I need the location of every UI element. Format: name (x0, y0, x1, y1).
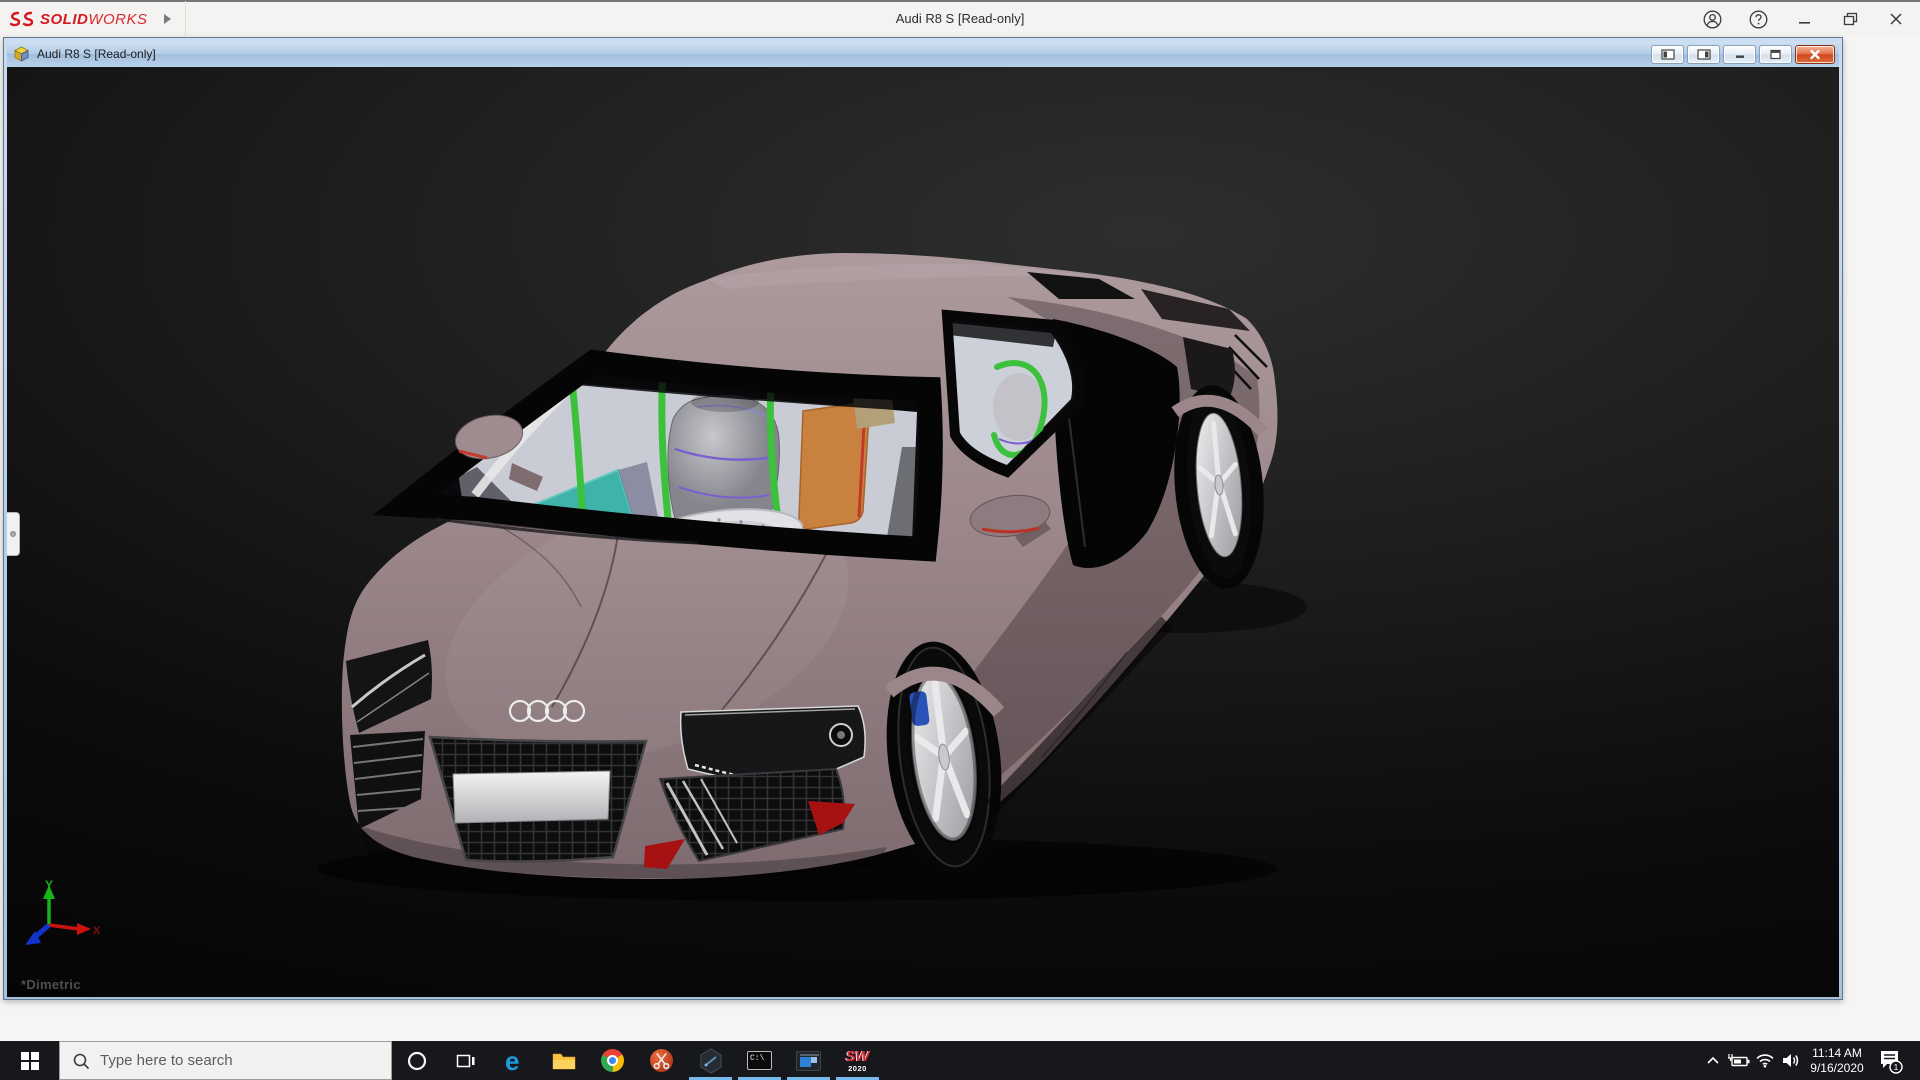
clock[interactable]: 11:14 AM 9/16/2020 (1804, 1046, 1870, 1076)
chrome-icon (601, 1049, 624, 1072)
brand-expand-arrow-icon[interactable] (164, 14, 171, 24)
close-button[interactable] (1886, 9, 1906, 29)
taskbar: e (0, 1041, 1920, 1080)
tray-expand-chevron[interactable] (1700, 1041, 1726, 1080)
document-minimize-button[interactable] (1723, 45, 1756, 64)
feature-panel-collapse-tab[interactable] (7, 512, 20, 556)
notification-badge: 1 (1894, 1062, 1899, 1072)
taskbar-app-solidworks[interactable]: SW 2020 (833, 1041, 882, 1080)
document-titlebar[interactable]: Audi R8 S [Read-only] (7, 41, 1839, 67)
taskbar-app-media[interactable] (784, 1041, 833, 1080)
network-status[interactable] (1752, 1041, 1778, 1080)
volume-status[interactable] (1778, 1041, 1804, 1080)
system-tray: 11:14 AM 9/16/2020 1 (1700, 1041, 1920, 1080)
search-input[interactable] (100, 1052, 379, 1069)
license-plate[interactable] (453, 771, 610, 823)
action-center-button[interactable]: 1 (1870, 1041, 1910, 1080)
minimize-button[interactable] (1794, 9, 1814, 29)
media-app-icon (796, 1051, 821, 1071)
car-model[interactable] (7, 67, 1839, 997)
taskbar-app-edge[interactable]: e (490, 1041, 539, 1080)
taskbar-search[interactable] (59, 1041, 392, 1080)
svg-text:e: e (505, 1048, 519, 1074)
taskbar-app-snipping-tool[interactable] (637, 1041, 686, 1080)
show-left-pane-button[interactable] (1651, 45, 1684, 64)
orientation-triad: Y X (21, 877, 101, 973)
app-window-title: Audi R8 S [Read-only] (896, 2, 1025, 36)
battery-status[interactable] (1726, 1041, 1752, 1080)
document-close-button[interactable] (1795, 45, 1835, 64)
panel-tab-dot-icon (10, 531, 16, 537)
brand-wordmark: SOLIDWORKS (40, 11, 148, 28)
app-titlebar: SOLIDWORKS Audi R8 S [Read-only] (0, 0, 1920, 36)
windows-logo-icon (21, 1052, 39, 1070)
hexagon-app-icon (699, 1048, 723, 1074)
file-explorer-icon (552, 1051, 576, 1071)
account-icon[interactable] (1702, 9, 1722, 29)
document-window: Audi R8 S [Read-only] (3, 37, 1843, 1000)
task-view-button[interactable] (441, 1041, 490, 1080)
taskbar-app-command-prompt[interactable]: C:\ (735, 1041, 784, 1080)
speaker-icon (1781, 1053, 1801, 1068)
solidworks-app-icon: SW 2020 (846, 1049, 869, 1073)
help-icon[interactable] (1748, 9, 1768, 29)
assembly-document-icon (13, 46, 30, 62)
show-right-pane-button[interactable] (1687, 45, 1720, 64)
edge-icon: e (502, 1048, 528, 1074)
taskbar-app-chrome[interactable] (588, 1041, 637, 1080)
notification-icon: 1 (1877, 1048, 1903, 1074)
dassault-3ds-logo-icon (10, 10, 34, 28)
restore-button[interactable] (1840, 9, 1860, 29)
app-window-controls (1702, 2, 1906, 36)
search-icon (72, 1052, 90, 1070)
graphics-viewport[interactable]: Y X *Dimetric (7, 67, 1839, 997)
taskbar-app-file-explorer[interactable] (539, 1041, 588, 1080)
solidworks-menu-button[interactable]: SOLIDWORKS (0, 10, 148, 28)
view-orientation-label: *Dimetric (21, 977, 81, 992)
axis-x-label: X (93, 925, 101, 937)
battery-plugged-icon (1727, 1053, 1751, 1069)
command-prompt-icon: C:\ (747, 1051, 772, 1070)
cortana-icon (406, 1050, 428, 1072)
taskbar-app-3dexperience[interactable] (686, 1041, 735, 1080)
cortana-button[interactable] (392, 1041, 441, 1080)
wifi-icon (1755, 1053, 1775, 1068)
chevron-up-icon (1706, 1056, 1720, 1065)
document-title: Audi R8 S [Read-only] (37, 47, 156, 61)
document-window-controls (1651, 45, 1835, 64)
start-button[interactable] (0, 1041, 59, 1080)
tray-date: 9/16/2020 (1806, 1061, 1868, 1076)
document-restore-button[interactable] (1759, 45, 1792, 64)
snipping-tool-icon (650, 1049, 673, 1072)
screen: SOLIDWORKS Audi R8 S [Read-only] (0, 0, 1920, 1080)
tray-time: 11:14 AM (1806, 1046, 1868, 1061)
task-view-icon (456, 1051, 476, 1071)
titlebar-separator (185, 1, 186, 37)
